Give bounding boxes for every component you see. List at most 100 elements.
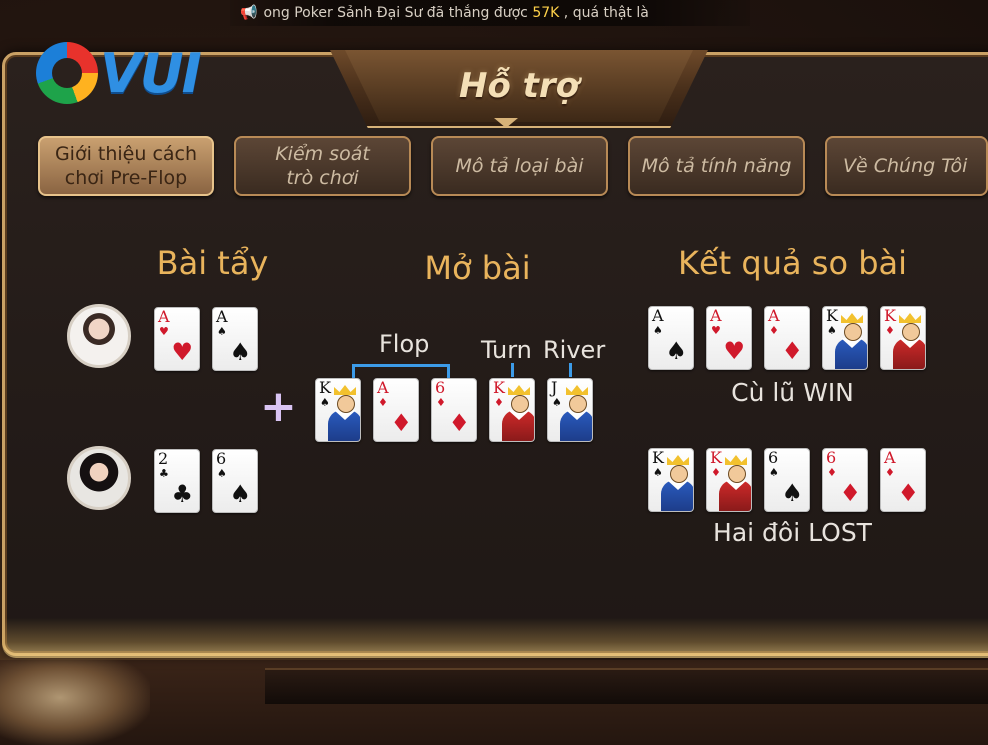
king-portrait-icon: [661, 455, 693, 511]
playing-card: A ♠ ♠: [648, 306, 694, 370]
logo-g-icon: [36, 42, 98, 104]
card-suit-small: ♦: [378, 396, 388, 409]
card-rank: A: [158, 307, 170, 326]
playing-card: K ♠: [315, 378, 361, 442]
tab-label: Mô tả tính năng: [641, 155, 792, 177]
tab-preflop-intro[interactable]: Giới thiệu cách chơi Pre-Flop: [38, 136, 214, 196]
card-suit-large: ♥: [171, 338, 193, 366]
heading-result: Kết quả so bài: [678, 244, 907, 282]
tab-label: Giới thiệu cách chơi Pre-Flop: [54, 143, 198, 189]
card-suit-large: ♣: [171, 480, 193, 508]
playing-card: 6 ♠ ♠: [764, 448, 810, 512]
card-suit-large: ♦: [839, 479, 861, 507]
playing-card: 2 ♣ ♣: [154, 449, 200, 513]
turn-tick: [511, 363, 514, 377]
tab-features[interactable]: Mô tả tính năng: [628, 136, 805, 196]
king-portrait-icon: [502, 385, 534, 441]
king-portrait-icon: [719, 455, 751, 511]
panel-bottom-glow: [2, 618, 988, 658]
speaker-icon: 📢: [240, 5, 258, 21]
tab-label: Mô tả loại bài: [455, 155, 584, 177]
flop-label: Flop: [379, 330, 430, 358]
card-suit-large: ♥: [723, 337, 745, 365]
card-suit-small: ♥: [711, 324, 721, 337]
playing-card: K ♦: [489, 378, 535, 442]
playing-card: 6 ♦ ♦: [431, 378, 477, 442]
card-suit-large: ♦: [390, 409, 412, 437]
card-rank: A: [884, 448, 896, 467]
panel-title: Hỗ trợ: [458, 66, 580, 106]
playing-card: J ♠: [547, 378, 593, 442]
result-2-text: Hai đôi LOST: [713, 518, 872, 547]
playing-card: K ♠: [648, 448, 694, 512]
playing-card: A ♥ ♥: [154, 307, 200, 371]
card-suit-small: ♦: [827, 466, 837, 479]
card-suit-large: ♠: [229, 480, 251, 508]
gvui-logo: VUI: [36, 40, 226, 110]
card-rank: J: [551, 378, 558, 397]
heading-board: Mở bài: [424, 249, 531, 287]
playing-card: A ♦ ♦: [764, 306, 810, 370]
heading-hole-cards: Bài tẩy: [156, 244, 269, 282]
ticker-amount: 57K: [532, 5, 560, 21]
background-lamp: [0, 650, 150, 745]
tab-label: Kiểm soát trò chơi: [275, 143, 370, 189]
logo-word: VUI: [100, 42, 202, 105]
king-portrait-icon: [328, 385, 360, 441]
card-suit-large: ♦: [897, 479, 919, 507]
playing-card: A ♦ ♦: [880, 448, 926, 512]
card-rank: A: [377, 378, 389, 397]
playing-card: 6 ♠ ♠: [212, 449, 258, 513]
river-tick: [569, 363, 572, 377]
card-suit-large: ♠: [229, 338, 251, 366]
player-avatar-1: [67, 304, 131, 368]
playing-card: A ♥ ♥: [706, 306, 752, 370]
ticker-text: ong Poker Sảnh Đại Sư đã thắng được: [263, 5, 533, 21]
card-suit-small: ♦: [769, 324, 779, 337]
playing-card: A ♦ ♦: [373, 378, 419, 442]
card-suit-small: ♦: [436, 396, 446, 409]
tab-game-control[interactable]: Kiểm soát trò chơi: [234, 136, 411, 196]
card-suit-small: ♣: [159, 467, 169, 480]
playing-card: K ♠: [822, 306, 868, 370]
plus-icon: +: [260, 381, 297, 432]
news-ticker: 📢 ong Poker Sảnh Đại Sư đã thắng được 57K…: [230, 0, 750, 26]
card-suit-large: ♦: [448, 409, 470, 437]
card-rank: A: [768, 306, 780, 325]
background-rail: [265, 668, 988, 704]
card-rank: 2: [158, 449, 169, 468]
card-rank: 6: [216, 449, 227, 468]
player-avatar-2: [67, 446, 131, 510]
card-rank: 6: [826, 448, 837, 467]
card-suit-small: ♥: [159, 325, 169, 338]
card-rank: 6: [768, 448, 779, 467]
tab-hand-types[interactable]: Mô tả loại bài: [431, 136, 608, 196]
card-suit-small: ♦: [885, 466, 895, 479]
playing-card: A ♠ ♠: [212, 307, 258, 371]
card-suit-large: ♠: [665, 337, 687, 365]
king-portrait-icon: [835, 313, 867, 369]
river-label: River: [543, 336, 606, 364]
card-suit-large: ♠: [781, 479, 803, 507]
card-rank: A: [652, 306, 664, 325]
tab-label: Về Chúng Tôi: [843, 155, 968, 177]
card-suit-small: ♠: [217, 467, 227, 480]
result-1-text: Cù lũ WIN: [731, 378, 854, 407]
title-notch: [494, 118, 518, 128]
playing-card: 6 ♦ ♦: [822, 448, 868, 512]
card-suit-small: ♠: [769, 466, 779, 479]
king-portrait-icon: [893, 313, 925, 369]
tab-about-us[interactable]: Về Chúng Tôi: [825, 136, 988, 196]
card-rank: 6: [435, 378, 446, 397]
king-portrait-icon: [560, 385, 592, 441]
card-rank: A: [216, 307, 228, 326]
card-suit-large: ♦: [781, 337, 803, 365]
card-suit-small: ♠: [653, 324, 663, 337]
playing-card: K ♦: [706, 448, 752, 512]
playing-card: K ♦: [880, 306, 926, 370]
ticker-suffix: , quá thật là: [559, 5, 649, 21]
flop-bracket: [352, 364, 450, 378]
turn-label: Turn: [481, 336, 532, 364]
card-rank: A: [710, 306, 722, 325]
card-suit-small: ♠: [217, 325, 227, 338]
